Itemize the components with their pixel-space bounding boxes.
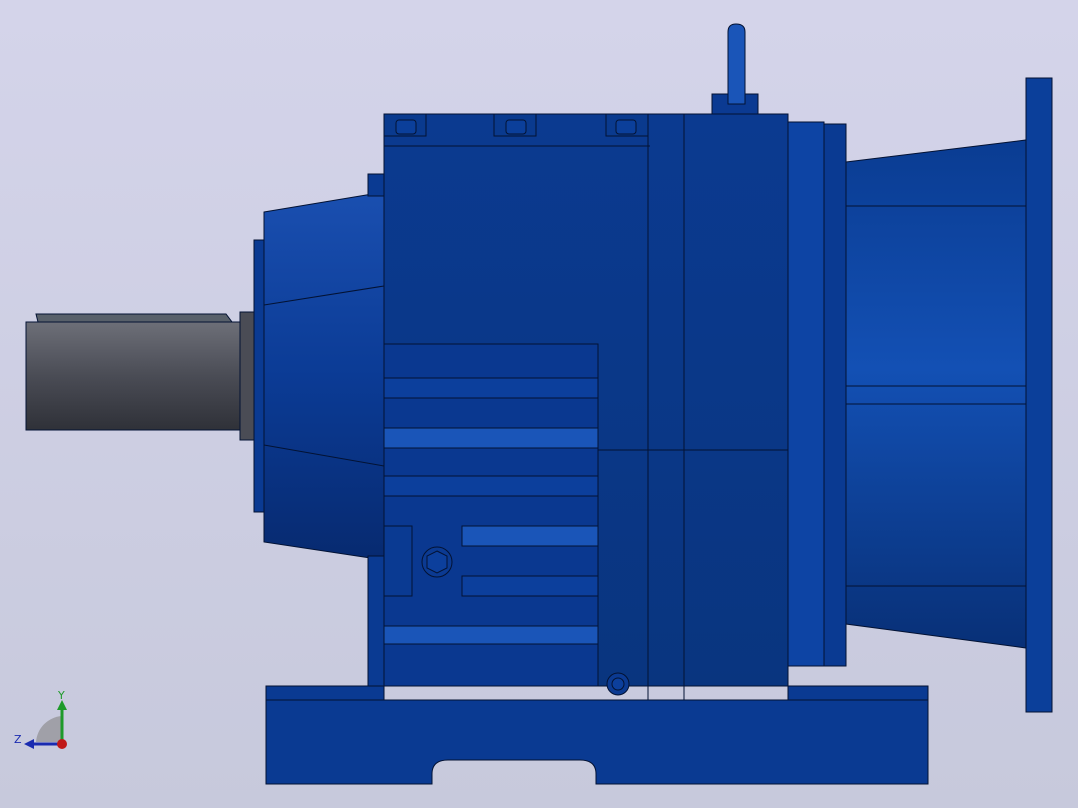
x-axis-dot — [57, 739, 67, 749]
housing-bolt-2 — [493, 113, 537, 137]
vent-plug-icon[interactable] — [606, 672, 630, 696]
housing-bolt-3 — [605, 113, 649, 137]
motor-end-flange[interactable] — [1025, 77, 1053, 713]
drain-plug-icon[interactable] — [421, 546, 453, 578]
z-axis-label: Z — [14, 733, 22, 746]
housing-rib-panel — [383, 343, 599, 687]
output-shaft[interactable] — [25, 311, 255, 441]
housing-bolt-1 — [383, 113, 427, 137]
cad-viewport[interactable]: Y Z — [0, 0, 1078, 808]
motor-body[interactable] — [845, 139, 1027, 649]
mounting-base[interactable] — [265, 685, 929, 785]
gearbox-housing[interactable] — [383, 113, 789, 784]
y-axis-label: Y — [57, 689, 65, 702]
